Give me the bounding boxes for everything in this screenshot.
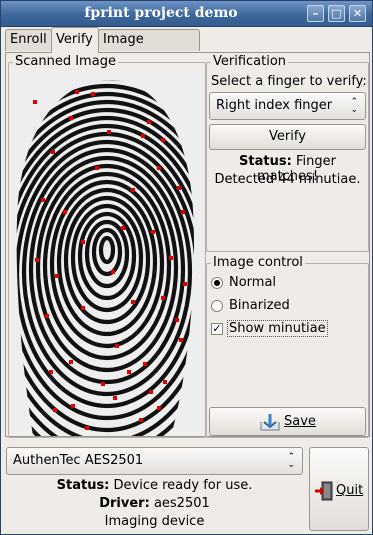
device-type: Imaging device <box>104 514 205 529</box>
tab-image-capture[interactable]: Image capture <box>98 29 200 67</box>
verify-button[interactable]: Verify <box>209 124 366 150</box>
radio-binarized-label: Binarized <box>229 298 290 313</box>
verification-frame: Verification Select a finger to verify: … <box>206 54 369 252</box>
tab-verify[interactable]: Verify <box>51 27 99 53</box>
scanned-image-label: Scanned Image <box>13 54 118 70</box>
device-status-label: Status: <box>56 478 110 493</box>
show-minutiae-checkbox[interactable]: ✓ Show minutiae <box>209 319 359 339</box>
main-window: fprint project demo – □ ✕ Enroll Verify … <box>0 0 373 535</box>
image-control-label: Image control <box>211 255 305 271</box>
checkmark-icon: ✓ <box>211 322 223 335</box>
close-button[interactable]: ✕ <box>349 5 366 22</box>
quit-button[interactable]: Quit <box>309 447 369 531</box>
fingerprint-image <box>11 70 203 436</box>
minutiae-count: Detected 44 minutiae. <box>214 172 361 187</box>
device-status-value: Device ready for use. <box>113 478 253 493</box>
verification-label: Verification <box>211 54 289 70</box>
device-status: Status: Device ready for use. <box>6 478 303 493</box>
radio-normal-label: Normal <box>229 275 277 290</box>
quit-label: Quit <box>336 483 364 498</box>
finger-select-value: Right index finger <box>216 98 333 113</box>
device-select[interactable]: AuthenTec AES2501 ⌃ ⌄ <box>6 447 303 475</box>
finger-select[interactable]: Right index finger ⌃ ⌄ <box>209 92 366 120</box>
image-control-frame: Image control Normal Binarized ✓ Show mi… <box>206 255 369 438</box>
minimize-button[interactable]: – <box>307 5 324 22</box>
save-button[interactable]: Save <box>209 407 366 436</box>
maximize-button[interactable]: □ <box>328 5 345 22</box>
tab-enroll[interactable]: Enroll <box>5 29 52 51</box>
exit-door-icon <box>315 481 333 501</box>
finger-prompt: Select a finger to verify: <box>211 74 367 89</box>
window-title: fprint project demo <box>84 5 238 21</box>
show-minutiae-label: Show minutiae <box>227 320 328 337</box>
verify-status-label: Status: <box>239 154 292 169</box>
radio-binarized-indicator <box>211 300 223 312</box>
device-select-value: AuthenTec AES2501 <box>13 453 144 468</box>
device-driver-label: Driver: <box>99 496 150 511</box>
save-label: Save <box>284 414 316 429</box>
scanned-image-frame: Scanned Image <box>8 54 206 438</box>
device-driver-value: aes2501 <box>153 496 210 511</box>
spin-arrows-icon: ⌃ ⌄ <box>287 452 295 470</box>
device-driver: Driver: aes2501 <box>6 496 303 511</box>
save-icon <box>260 414 280 431</box>
radio-normal-indicator <box>211 277 223 289</box>
radio-normal[interactable]: Normal <box>209 273 359 293</box>
radio-binarized[interactable]: Binarized <box>209 296 359 316</box>
spin-arrows-icon: ⌃ ⌄ <box>350 97 358 115</box>
title-bar[interactable]: fprint project demo – □ ✕ <box>1 1 372 27</box>
verify-page: Scanned Image Verification Select a fing… <box>5 52 370 438</box>
